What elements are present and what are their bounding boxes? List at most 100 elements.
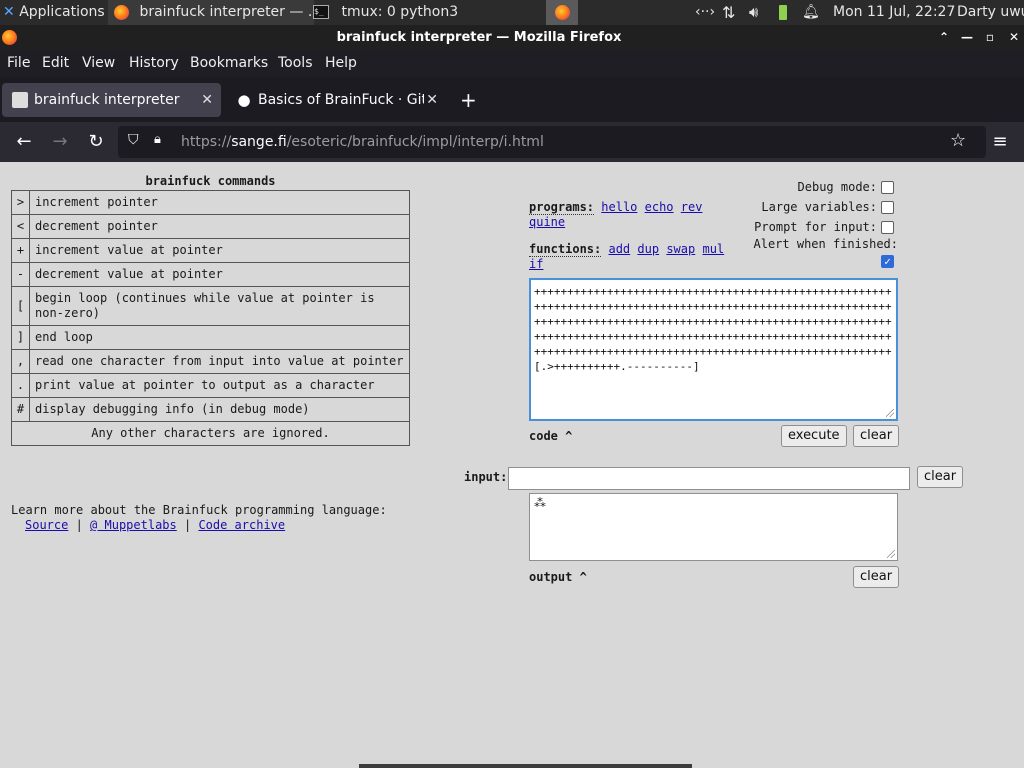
command-description: decrement pointer bbox=[29, 214, 410, 239]
debug-mode-checkbox[interactable] bbox=[881, 181, 894, 194]
page-content: brainfuck commands > increment pointer < d… bbox=[0, 162, 1024, 768]
input-label: input: bbox=[464, 470, 508, 484]
code-archive-link[interactable]: Code archive bbox=[198, 518, 285, 532]
output-label[interactable]: output ^ bbox=[529, 570, 587, 584]
function-swap-link[interactable]: swap bbox=[666, 242, 695, 256]
url-bar[interactable]: ⛉ 🔒︎ https://sange.fi/esoteric/brainfuck… bbox=[118, 126, 986, 158]
program-rev-link[interactable]: rev bbox=[681, 200, 703, 214]
clock[interactable]: Mon 11 Jul, 22:27 bbox=[833, 0, 955, 25]
muppetlabs-link[interactable]: @ Muppetlabs bbox=[90, 518, 177, 532]
url-host: sange.fi bbox=[231, 134, 287, 150]
table-row: , read one character from input into valu… bbox=[11, 349, 410, 374]
hamburger-menu-icon[interactable]: ≡ bbox=[986, 122, 1014, 162]
reload-icon[interactable]: ↻ bbox=[82, 122, 110, 162]
learn-more: Learn more about the Brainfuck programmi… bbox=[11, 503, 387, 532]
minimize-button[interactable]: — bbox=[958, 25, 976, 50]
code-label[interactable]: code ^ bbox=[529, 429, 572, 443]
command-symbol: [ bbox=[11, 286, 30, 326]
taskbar-tmux-label: tmux: 0 python3 bbox=[341, 4, 459, 20]
command-description: print value at pointer to output as a ch… bbox=[29, 373, 410, 398]
prompt-input-checkbox[interactable] bbox=[881, 221, 894, 234]
volume-icon[interactable]: 🔊︎ bbox=[749, 0, 758, 25]
tab-basics-of-brainfuck[interactable]: ● Basics of BrainFuck · GitHub ✕ bbox=[226, 83, 446, 117]
menu-help[interactable]: Help bbox=[325, 50, 357, 77]
command-description: end loop bbox=[29, 325, 410, 350]
programs-list: programs: hello echo rev quine bbox=[529, 200, 739, 230]
command-description: increment pointer bbox=[29, 190, 410, 215]
debug-mode-label: Debug mode: bbox=[797, 180, 877, 194]
commands-footer: Any other characters are ignored. bbox=[11, 421, 410, 446]
menu-bookmarks[interactable]: Bookmarks bbox=[190, 50, 268, 77]
lock-icon[interactable]: 🔒︎ bbox=[154, 132, 161, 147]
command-symbol: > bbox=[11, 190, 30, 215]
function-dup-link[interactable]: dup bbox=[637, 242, 659, 256]
function-add-link[interactable]: add bbox=[608, 242, 630, 256]
table-row: # display debugging info (in debug mode) bbox=[11, 397, 410, 422]
menu-edit[interactable]: Edit bbox=[42, 50, 69, 77]
url-prefix: https:// bbox=[181, 134, 232, 150]
battery-icon[interactable] bbox=[779, 0, 787, 25]
close-window-button[interactable]: ✕ bbox=[1005, 25, 1023, 50]
firefox-icon bbox=[554, 4, 570, 20]
new-tab-button[interactable]: + bbox=[460, 83, 477, 117]
window-titlebar: brainfuck interpreter — Mozilla Firefox … bbox=[0, 25, 1024, 50]
command-symbol: < bbox=[11, 214, 30, 239]
code-text: ++++++++++++++++++++++++++++++++++++++++… bbox=[534, 285, 892, 373]
input-clear-button[interactable]: clear bbox=[917, 466, 964, 488]
table-row: Any other characters are ignored. bbox=[11, 421, 410, 446]
network-icon[interactable]: ‹··› bbox=[695, 0, 715, 25]
alert-finished-checkbox[interactable]: ✓ bbox=[881, 255, 894, 268]
menu-view[interactable]: View bbox=[82, 50, 115, 77]
maximize-button[interactable]: ▫ bbox=[981, 25, 999, 50]
taskbar-firefox[interactable]: brainfuck interpreter — ... bbox=[108, 0, 314, 25]
commands-table: > increment pointer < decrement pointer + i… bbox=[11, 190, 410, 446]
function-mul-link[interactable]: mul bbox=[702, 242, 724, 256]
commands-title: brainfuck commands bbox=[145, 174, 276, 188]
resize-grip-icon[interactable] bbox=[886, 409, 894, 417]
user-menu[interactable]: Darty uwu bbox=[957, 0, 1024, 25]
command-symbol: - bbox=[11, 262, 30, 287]
resize-grip-icon[interactable] bbox=[887, 550, 895, 558]
table-row: > increment pointer bbox=[11, 190, 410, 215]
bookmark-star-icon[interactable]: ☆ bbox=[950, 130, 966, 151]
function-if-link[interactable]: if bbox=[529, 257, 543, 271]
transfer-icon[interactable]: ⇅ bbox=[722, 0, 735, 25]
navigation-bar: ← → ↻ ⛉ 🔒︎ https://sange.fi/esoteric/bra… bbox=[0, 122, 1024, 162]
program-hello-link[interactable]: hello bbox=[601, 200, 637, 214]
execute-button[interactable]: execute bbox=[781, 425, 847, 447]
code-clear-button[interactable]: clear bbox=[853, 425, 900, 447]
program-quine-link[interactable]: quine bbox=[529, 215, 565, 229]
close-tab-icon[interactable]: ✕ bbox=[426, 83, 438, 117]
taskbar-tmux[interactable]: $_ tmux: 0 python3 bbox=[313, 0, 508, 25]
code-textarea[interactable]: ++++++++++++++++++++++++++++++++++++++++… bbox=[529, 278, 898, 421]
url-text[interactable]: https://sange.fi/esoteric/brainfuck/impl… bbox=[181, 126, 544, 158]
menu-tools[interactable]: Tools bbox=[278, 50, 313, 77]
menu-history[interactable]: History bbox=[129, 50, 179, 77]
output-clear-button[interactable]: clear bbox=[853, 566, 900, 588]
shield-icon[interactable]: ⛉ bbox=[128, 132, 139, 148]
close-tab-icon[interactable]: ✕ bbox=[201, 83, 213, 117]
command-symbol: + bbox=[11, 238, 30, 263]
table-row: + increment value at pointer bbox=[11, 238, 410, 263]
horizontal-scrollbar[interactable] bbox=[359, 764, 692, 768]
functions-list: functions: add dup swap mul if bbox=[529, 242, 739, 272]
program-echo-link[interactable]: echo bbox=[645, 200, 674, 214]
large-variables-checkbox[interactable] bbox=[881, 201, 894, 214]
output-textarea[interactable]: ⁂ bbox=[529, 493, 898, 561]
taskbar-firefox-label: brainfuck interpreter — ... bbox=[139, 4, 314, 20]
chevron-up-icon[interactable]: ⌃ bbox=[935, 25, 953, 50]
source-link[interactable]: Source bbox=[25, 518, 68, 532]
workspace-firefox[interactable] bbox=[546, 0, 578, 25]
back-arrow-icon[interactable]: ← bbox=[10, 122, 38, 162]
applications-menu[interactable]: ✕ Applications bbox=[3, 0, 105, 25]
menu-file[interactable]: File bbox=[7, 50, 30, 77]
alert-finished-label: Alert when finished: bbox=[753, 237, 899, 251]
input-field[interactable] bbox=[508, 467, 910, 490]
command-description: begin loop (continues while value at poi… bbox=[29, 286, 410, 326]
tab-brainfuck-interpreter[interactable]: brainfuck interpreter ✕ bbox=[2, 83, 221, 117]
forward-arrow-icon[interactable]: → bbox=[46, 122, 74, 162]
tab-label: brainfuck interpreter bbox=[34, 92, 180, 108]
notification-bell-icon[interactable]: 🔔︎ bbox=[802, 0, 820, 25]
window-title: brainfuck interpreter — Mozilla Firefox bbox=[336, 30, 622, 45]
command-description: display debugging info (in debug mode) bbox=[29, 397, 410, 422]
